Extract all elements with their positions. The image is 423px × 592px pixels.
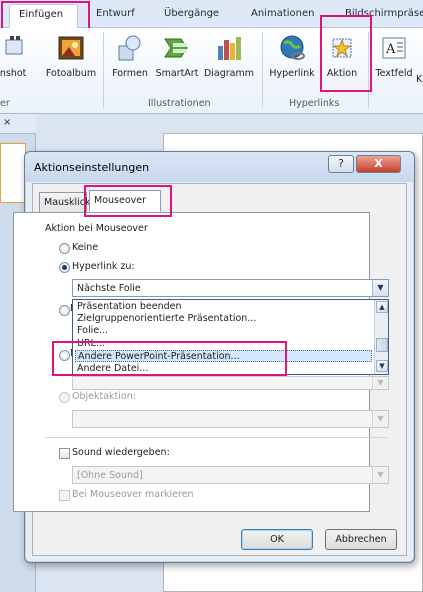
photo-album-icon <box>57 34 85 62</box>
sound-dropdown-value: [Ohne Sound] <box>77 470 143 481</box>
smartart-label: SmartArt <box>155 68 199 79</box>
checkbox-highlight-label: Bei Mouseover markieren <box>72 489 194 500</box>
chevron-down-icon: ▼ <box>372 377 388 389</box>
screenshot-icon <box>0 34 24 62</box>
section-label: Aktion bei Mouseover <box>45 223 148 234</box>
smartart-button[interactable]: SmartArt <box>154 34 200 79</box>
object-action-dropdown: ▼ <box>72 410 389 428</box>
group-label-illustrationen: Illustrationen <box>148 98 211 109</box>
tab-mausklick[interactable]: Mausklick <box>39 192 91 212</box>
textbox-icon: A <box>380 34 408 62</box>
diagramm-label: Diagramm <box>203 68 255 79</box>
tab-entwurf[interactable]: Entwurf <box>96 8 135 19</box>
hyperlink-dropdown-value: Nächste Folie <box>77 283 141 294</box>
sound-dropdown: [Ohne Sound] ▼ <box>72 466 389 484</box>
hyperlink-label: Hyperlink <box>269 68 315 79</box>
globe-link-icon <box>278 34 306 62</box>
radio-hyperlink[interactable] <box>59 262 70 273</box>
list-item[interactable]: Präsentation beenden <box>75 301 372 313</box>
hyperlink-button[interactable]: Hyperlink <box>267 34 317 79</box>
svg-text:A: A <box>385 42 396 57</box>
radio-objektaktion <box>59 392 70 403</box>
chevron-down-icon: ▼ <box>372 467 388 483</box>
highlight-aktion <box>320 15 372 92</box>
checkbox-highlight <box>59 490 70 501</box>
divider <box>45 437 388 438</box>
help-button[interactable]: ? <box>328 155 354 173</box>
group-separator <box>103 32 104 108</box>
chart-icon <box>215 34 243 62</box>
radio-keine[interactable] <box>59 243 70 254</box>
textfeld-button[interactable]: A Textfeld <box>374 34 414 79</box>
fotoalbum-button[interactable]: Fotoalbum <box>44 34 98 79</box>
formen-button[interactable]: Formen <box>108 34 152 79</box>
slide-thumbnail[interactable] <box>0 143 26 203</box>
list-scrollbar[interactable]: ▲ ▼ <box>374 300 388 374</box>
checkbox-sound-label: Sound wiedergeben: <box>72 447 170 458</box>
fotoalbum-label: Fotoalbum <box>45 68 97 79</box>
dialog-titlebar[interactable]: Aktionseinstellungen ? X <box>25 152 414 182</box>
tab-uebergaenge[interactable]: Übergänge <box>164 8 219 19</box>
highlight-mouseover-tab <box>84 185 172 217</box>
radio-keine-label: Keine <box>72 242 99 253</box>
thumbnail-pane-close[interactable]: × <box>0 114 36 134</box>
tab-animationen[interactable]: Animationen <box>251 8 314 19</box>
ok-button[interactable]: OK <box>241 529 313 550</box>
shapes-icon <box>116 34 144 62</box>
kopf-fusszeile-label[interactable]: K <box>416 74 422 85</box>
checkbox-sound[interactable] <box>59 448 70 459</box>
close-button[interactable]: X <box>356 155 401 173</box>
radio-hyperlink-label: Hyperlink zu: <box>72 261 135 272</box>
group-label-bilder: er <box>0 98 10 109</box>
chevron-down-icon[interactable]: ▼ <box>372 280 388 296</box>
macro-dropdown: ▼ <box>72 376 389 390</box>
textfeld-label: Textfeld <box>375 68 413 79</box>
scroll-down-icon[interactable]: ▼ <box>376 360 388 372</box>
scroll-up-icon[interactable]: ▲ <box>376 301 388 313</box>
radio-ausfuehren[interactable] <box>59 305 70 316</box>
smartart-icon <box>163 34 191 62</box>
cancel-button[interactable]: Abbrechen <box>325 529 397 550</box>
radio-objektaktion-label: Objektaktion: <box>72 391 136 402</box>
screenshot-label: enshot <box>0 68 27 79</box>
diagramm-button[interactable]: Diagramm <box>203 34 255 79</box>
list-item[interactable]: Folie... <box>75 325 372 337</box>
screenshot-button[interactable]: enshot <box>0 34 26 79</box>
dialog-title: Aktionseinstellungen <box>34 161 150 174</box>
highlight-andere-praesentation <box>52 341 287 376</box>
chevron-down-icon: ▼ <box>372 411 388 427</box>
scroll-thumb[interactable] <box>376 338 388 352</box>
hyperlink-dropdown[interactable]: Nächste Folie ▼ <box>72 279 389 297</box>
formen-label: Formen <box>112 68 148 79</box>
list-item[interactable]: Zielgruppenorientierte Präsentation... <box>75 313 372 325</box>
group-separator <box>262 32 263 108</box>
group-label-hyperlinks: Hyperlinks <box>289 98 340 109</box>
